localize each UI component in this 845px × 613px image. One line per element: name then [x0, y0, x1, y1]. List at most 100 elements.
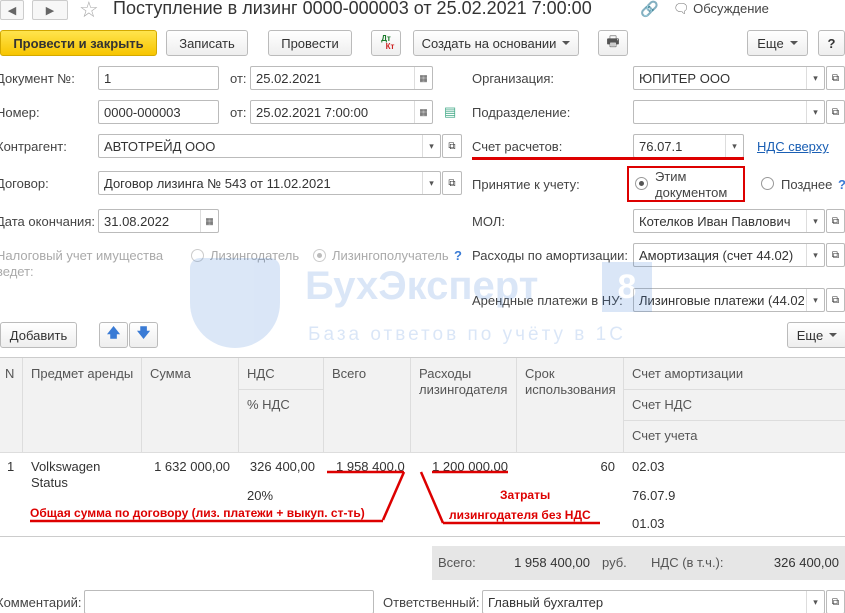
rent-field[interactable]: Лизинговые платежи (44.02 ▾: [633, 288, 825, 312]
calendar-icon[interactable]: ▦: [414, 101, 432, 123]
col-header-vat-pct[interactable]: % НДС: [247, 397, 290, 412]
move-up-button[interactable]: 🡅: [99, 322, 128, 348]
col-header-total[interactable]: Всего: [332, 366, 366, 381]
comment-field[interactable]: [84, 590, 374, 613]
col-header-lessee-exp-2[interactable]: лизингодателя: [419, 382, 507, 397]
doc-date-field[interactable]: 25.02.2021 ▦: [250, 66, 433, 90]
contract-value: Договор лизинга № 543 от 11.02.2021: [104, 176, 331, 191]
save-button[interactable]: Записать: [166, 30, 248, 56]
dropdown-arrow-icon[interactable]: ▾: [806, 67, 824, 89]
vat-on-top-link[interactable]: НДС сверху: [757, 139, 829, 154]
account-field[interactable]: 76.07.1 ▾: [633, 134, 744, 158]
org-field[interactable]: ЮПИТЕР ООО ▾: [633, 66, 825, 90]
col-header-term-2[interactable]: использования: [525, 382, 616, 397]
more-label: Еще: [757, 35, 784, 51]
discussion-button[interactable]: 🗨 Обсуждение: [673, 1, 769, 17]
col-header-n[interactable]: N: [5, 366, 14, 381]
col-header-acc-acct[interactable]: Счет учета: [632, 428, 698, 443]
accept-help-icon[interactable]: ?: [838, 177, 845, 192]
amort-value: Амортизация (счет 44.02): [639, 248, 794, 263]
col-header-subject[interactable]: Предмет аренды: [31, 366, 133, 381]
doc-date-value: 25.02.2021: [256, 71, 322, 86]
radio-this-document-label-1: Этим: [655, 169, 687, 184]
dt-kt-button[interactable]: Дт Кт: [371, 30, 401, 56]
vat-total-label: НДС (в т.ч.):: [651, 555, 724, 570]
col-header-acc-vat[interactable]: Счет НДС: [632, 397, 692, 412]
amort-field[interactable]: Амортизация (счет 44.02) ▾: [633, 243, 825, 267]
move-down-button[interactable]: 🡇: [129, 322, 158, 348]
create-basis-label: Создать на основании: [421, 35, 557, 51]
add-row-button[interactable]: Добавить: [0, 322, 77, 348]
open-counterparty-button[interactable]: ⧉: [442, 134, 462, 158]
dropdown-arrow-icon[interactable]: ▾: [806, 591, 824, 613]
counterparty-field[interactable]: АВТОТРЕЙД ООО ▾: [98, 134, 441, 158]
dropdown-arrow-icon[interactable]: ▾: [422, 172, 440, 194]
calendar-icon[interactable]: ▦: [200, 210, 218, 232]
col-divider: [410, 358, 411, 452]
contract-field[interactable]: Договор лизинга № 543 от 11.02.2021 ▾: [98, 171, 441, 195]
col-header-sum[interactable]: Сумма: [150, 366, 191, 381]
dropdown-arrow-icon[interactable]: ▾: [806, 244, 824, 266]
back-button[interactable]: ◀: [0, 0, 24, 20]
rent-value: Лизинговые платежи (44.02: [639, 293, 804, 308]
cell-n: 1: [7, 459, 15, 474]
open-rent-button[interactable]: ⧉: [826, 288, 845, 312]
open-org-button[interactable]: ⧉: [826, 66, 845, 90]
post-button[interactable]: Провести: [268, 30, 352, 56]
col-divider: [22, 358, 23, 452]
cell-vat-pct: 20%: [247, 488, 274, 503]
counterparty-label: Контрагент:: [0, 139, 67, 154]
col-header-vat[interactable]: НДС: [247, 366, 275, 381]
open-form-icon: ⧉: [831, 249, 840, 261]
number-date-field[interactable]: 25.02.2021 7:00:00 ▦: [250, 100, 433, 124]
arrow-down-icon: 🡇: [136, 325, 151, 340]
cell-sum: 1 632 000,00: [154, 459, 230, 474]
dept-label: Подразделение:: [472, 105, 571, 120]
col-header-lessee-exp-1[interactable]: Расходы: [419, 366, 471, 381]
tax-label-1: Налоговый учет имущества: [0, 248, 164, 263]
dropdown-arrow-icon[interactable]: ▾: [806, 210, 824, 232]
link-icon[interactable]: 🔗: [640, 0, 659, 18]
number-field[interactable]: 0000-000003: [98, 100, 219, 124]
post-and-close-button[interactable]: Провести и закрыть: [0, 30, 157, 56]
print-button[interactable]: 🖶: [598, 30, 628, 56]
table-more-button[interactable]: Еще: [787, 322, 845, 348]
radio-this-document[interactable]: [635, 177, 648, 190]
window-title: Поступление в лизинг 0000-000003 от 25.0…: [113, 0, 592, 18]
open-dept-button[interactable]: ⧉: [826, 100, 845, 124]
mol-label: МОЛ:: [472, 214, 505, 229]
mol-field[interactable]: Котелков Иван Павлович ▾: [633, 209, 825, 233]
dept-field[interactable]: ▾: [633, 100, 825, 124]
doc-no-field[interactable]: 1: [98, 66, 219, 90]
end-date-field[interactable]: 31.08.2022 ▦: [98, 209, 219, 233]
dropdown-arrow-icon[interactable]: ▾: [806, 289, 824, 311]
dropdown-arrow-icon[interactable]: ▾: [725, 135, 743, 157]
doc-no-label: Документ №:: [0, 71, 75, 86]
counterparty-value: АВТОТРЕЙД ООО: [104, 139, 216, 154]
header-sub-divider-acc2: [623, 420, 845, 421]
open-amort-button[interactable]: ⧉: [826, 243, 845, 267]
open-form-icon: ⧉: [831, 596, 840, 608]
radio-later[interactable]: [761, 177, 774, 190]
dropdown-arrow-icon[interactable]: ▾: [806, 101, 824, 123]
responsible-field[interactable]: Главный бухгалтер ▾: [482, 590, 825, 613]
open-contract-button[interactable]: ⧉: [442, 171, 462, 195]
favorite-star-icon[interactable]: ☆: [79, 0, 99, 23]
calendar-icon[interactable]: ▦: [414, 67, 432, 89]
forward-button[interactable]: ▶: [32, 0, 68, 20]
col-header-term-1[interactable]: Срок: [525, 366, 555, 381]
dt-kt-icon-bottom: Кт: [385, 42, 395, 51]
document-edit-icon[interactable]: ▤: [444, 104, 456, 120]
header-sub-divider-vat: [238, 389, 323, 390]
open-mol-button[interactable]: ⧉: [826, 209, 845, 233]
create-basis-button[interactable]: Создать на основании: [413, 30, 579, 56]
from-label-2: от:: [230, 105, 247, 120]
dropdown-arrow-icon[interactable]: ▾: [422, 135, 440, 157]
chevron-down-icon: [562, 41, 571, 45]
more-button[interactable]: Еще: [747, 30, 808, 56]
help-button[interactable]: ?: [818, 30, 845, 56]
table-row[interactable]: 1 Volkswagen Status 1 632 000,00 326 400…: [0, 453, 845, 537]
number-date-value: 25.02.2021 7:00:00: [256, 105, 369, 120]
col-header-acc-amort[interactable]: Счет амортизации: [632, 366, 743, 381]
open-responsible-button[interactable]: ⧉: [826, 590, 845, 613]
